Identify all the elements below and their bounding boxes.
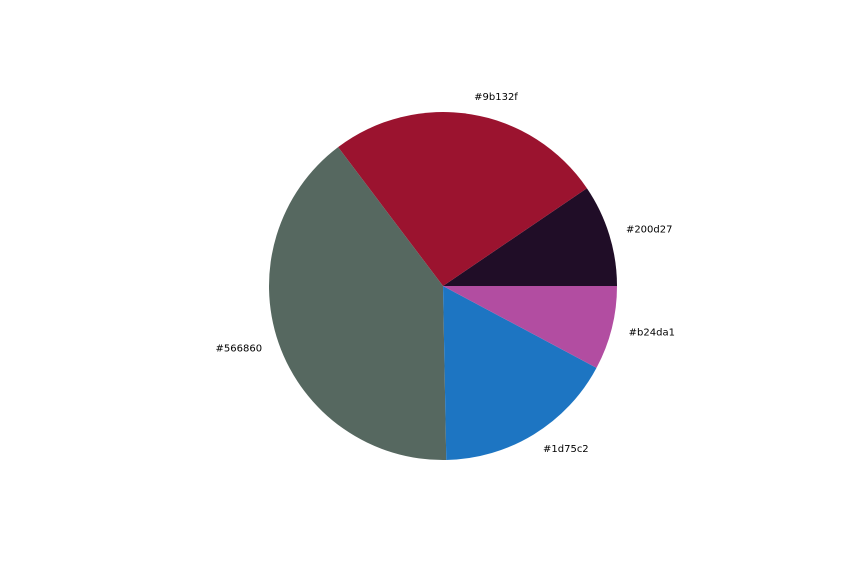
pie-slices	[268, 111, 617, 461]
pie-chart: #200d27 #9b132f #566860 #1d75c2 #b24da1	[0, 0, 864, 576]
pie-slice-label-0: #200d27	[626, 225, 673, 236]
pie-slice-label-1: #9b132f	[474, 92, 518, 103]
pie-slice-label-3: #1d75c2	[543, 444, 589, 455]
pie-slice-label-4: #b24da1	[629, 327, 675, 338]
pie-slice-label-2: #566860	[216, 344, 263, 355]
pie-chart-canvas: #200d27 #9b132f #566860 #1d75c2 #b24da1	[216, 92, 675, 461]
